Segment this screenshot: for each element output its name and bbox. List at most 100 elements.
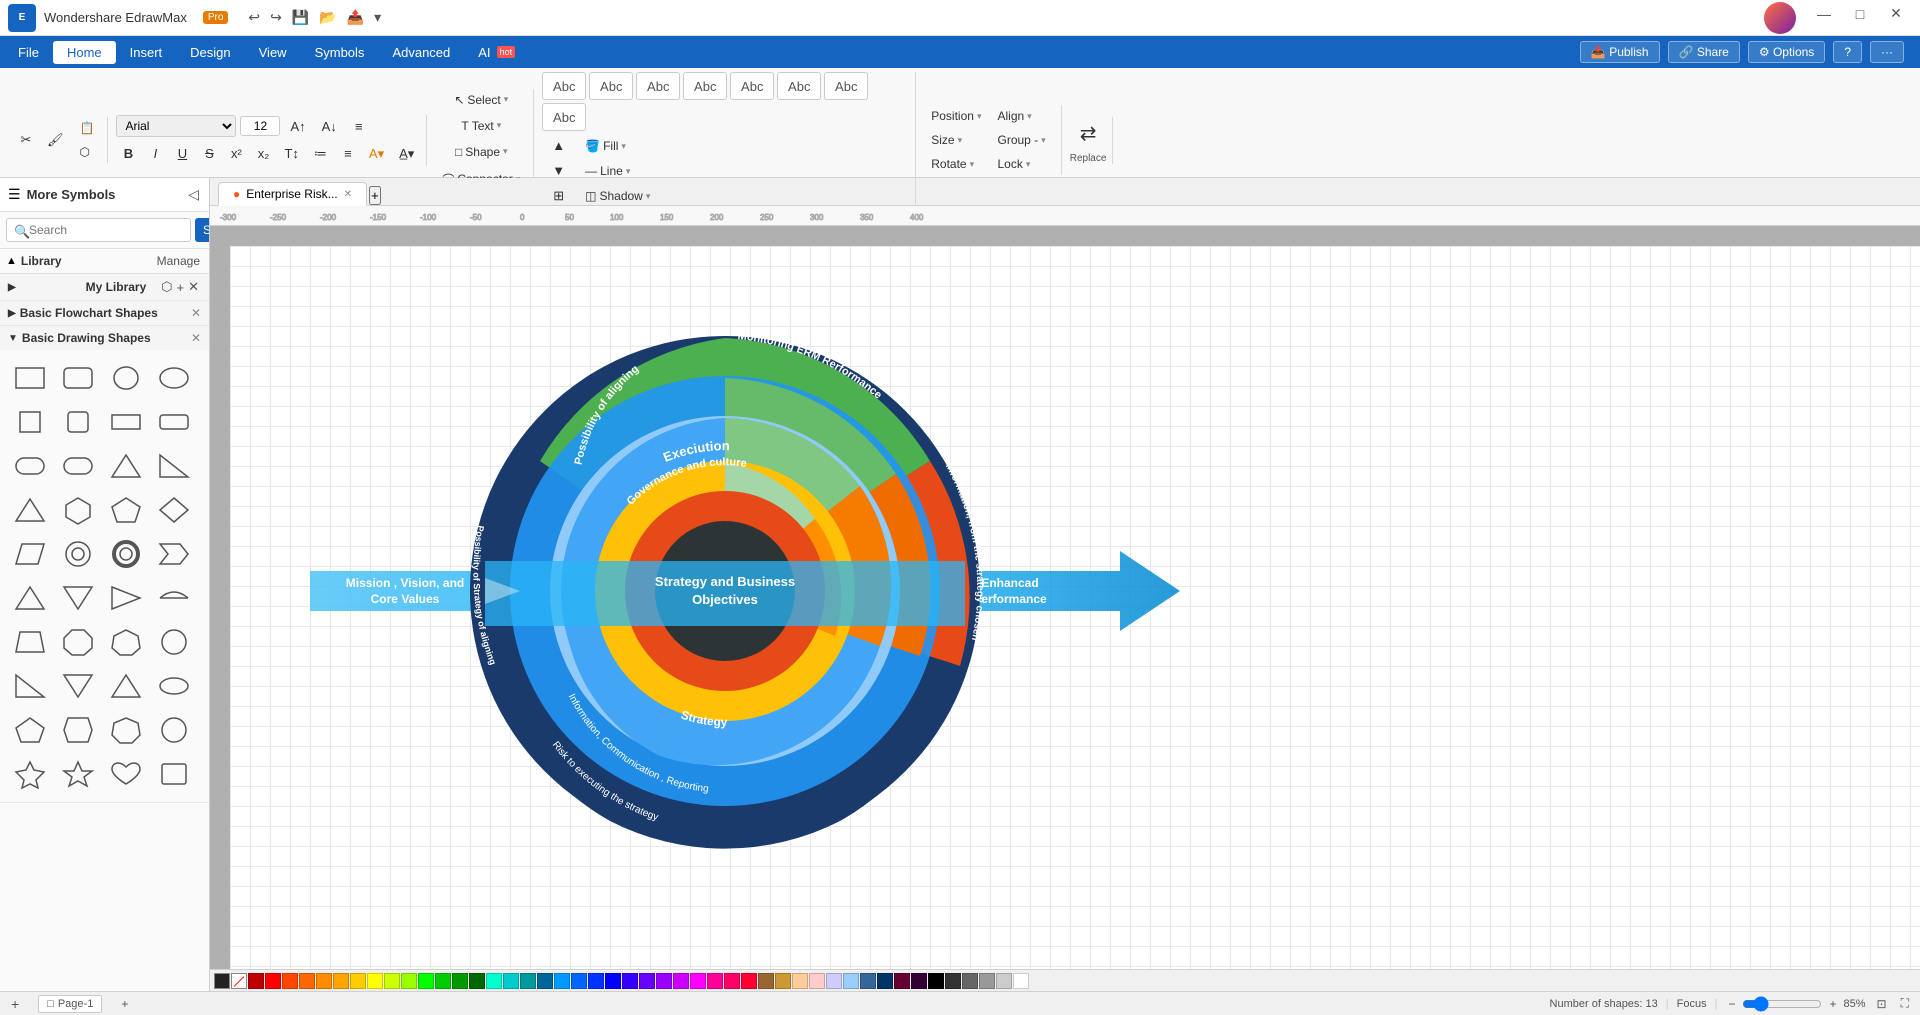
color-swatch[interactable] <box>775 973 791 989</box>
my-library-add[interactable]: + <box>175 280 187 295</box>
my-library-close[interactable]: ✕ <box>186 279 201 295</box>
color-swatch[interactable] <box>911 973 927 989</box>
canvas-wrapper[interactable]: Mission , Vision, and Core Values <box>210 226 1920 969</box>
menu-file[interactable]: File <box>4 41 53 64</box>
font-color-button[interactable]: A̲▾ <box>393 142 420 166</box>
menu-symbols[interactable]: Symbols <box>301 41 379 64</box>
style-box-5[interactable]: Abc <box>730 72 774 100</box>
increase-font-button[interactable]: A↑ <box>284 115 311 138</box>
rotate-button[interactable]: Rotate <box>924 153 988 175</box>
page-tab[interactable]: □ Page-1 <box>38 995 102 1013</box>
shape-button[interactable]: □ Shape <box>448 141 514 163</box>
help-button[interactable]: ? <box>1833 41 1862 63</box>
shape-triangle6[interactable] <box>56 666 100 706</box>
more-button[interactable]: ▾ <box>370 7 385 28</box>
shape-chevron[interactable] <box>152 534 196 574</box>
add-tab-button[interactable]: + <box>369 186 381 205</box>
color-swatch[interactable] <box>401 973 417 989</box>
menu-insert[interactable]: Insert <box>116 41 177 64</box>
shape-pentagon[interactable] <box>104 490 148 530</box>
copy-format-button[interactable]: 🖌 <box>41 128 70 152</box>
shape-stadium2[interactable] <box>56 446 100 486</box>
color-swatch[interactable] <box>299 973 315 989</box>
color-swatch[interactable] <box>741 973 757 989</box>
list2-button[interactable]: ≡ <box>336 142 360 165</box>
color-swatch[interactable] <box>928 973 944 989</box>
shape-circle3[interactable] <box>152 710 196 750</box>
list-button[interactable]: ≔ <box>308 142 333 166</box>
color-swatch[interactable] <box>503 973 519 989</box>
color-swatch[interactable] <box>724 973 740 989</box>
select-button[interactable]: ↖ Select <box>447 89 515 111</box>
fullscreen-button[interactable]: ⛶ <box>1898 996 1912 1011</box>
shape-heart[interactable] <box>104 754 148 794</box>
color-swatch[interactable] <box>452 973 468 989</box>
shape-ring[interactable] <box>56 534 100 574</box>
shape-rectangle[interactable] <box>8 358 52 398</box>
color-swatch[interactable] <box>384 973 400 989</box>
color-swatch[interactable] <box>826 973 842 989</box>
my-library-export[interactable]: ⬡ <box>159 279 174 295</box>
italic-button[interactable]: I <box>143 142 167 165</box>
text-direction-button[interactable]: T↕ <box>278 142 304 165</box>
tab-close-icon[interactable]: ✕ <box>344 189 352 200</box>
manage-button[interactable]: Manage <box>154 253 203 269</box>
replace-shape-button[interactable]: ⇄ <box>1074 117 1103 150</box>
shape-triangle7[interactable] <box>104 666 148 706</box>
color-swatch[interactable] <box>282 973 298 989</box>
shape-rectangle3[interactable] <box>152 402 196 442</box>
options-button[interactable]: ⚙ Options <box>1748 41 1825 63</box>
shape-rectangle2[interactable] <box>104 402 148 442</box>
text-button[interactable]: T Text <box>454 115 508 137</box>
undo-button[interactable]: ↩ <box>244 7 264 28</box>
color-swatch[interactable] <box>248 973 264 989</box>
lock-button[interactable]: Lock <box>990 153 1054 175</box>
shape-rectangle-rounded[interactable] <box>56 358 100 398</box>
superscript-button[interactable]: x² <box>224 142 248 165</box>
panel-collapse-button[interactable]: ◁ <box>186 184 201 205</box>
color-swatch[interactable] <box>588 973 604 989</box>
shape-triangle[interactable] <box>104 446 148 486</box>
shape-square[interactable] <box>8 402 52 442</box>
styles-scroll-up[interactable]: ▲ <box>546 134 571 157</box>
shape-triangle4[interactable] <box>56 578 100 618</box>
color-swatch[interactable] <box>316 973 332 989</box>
style-box-3[interactable]: Abc <box>636 72 680 100</box>
search-input[interactable] <box>6 218 191 242</box>
align-button[interactable]: ≡ <box>347 115 371 138</box>
style-box-6[interactable]: Abc <box>777 72 821 100</box>
user-avatar[interactable] <box>1764 2 1796 34</box>
zoom-slider[interactable] <box>1742 996 1822 1012</box>
zoom-out-button[interactable]: − <box>1725 997 1738 1011</box>
group-button[interactable]: Group - <box>990 129 1054 151</box>
menu-view[interactable]: View <box>245 41 301 64</box>
color-swatch[interactable] <box>605 973 621 989</box>
color-swatch[interactable] <box>1013 973 1029 989</box>
open-button[interactable]: 📂 <box>315 7 340 28</box>
shape-parallelogram[interactable] <box>8 534 52 574</box>
my-library-row[interactable]: ▶ My Library ⬡ + ✕ <box>0 274 209 301</box>
drawing-close[interactable]: ✕ <box>191 331 201 345</box>
color-swatch[interactable] <box>843 973 859 989</box>
bold-button[interactable]: B <box>116 142 140 165</box>
shape-triangle3[interactable] <box>8 578 52 618</box>
fill-button[interactable]: 🪣 Fill <box>578 135 657 157</box>
color-swatch[interactable] <box>979 973 995 989</box>
style-box-2[interactable]: Abc <box>589 72 633 100</box>
style-box-8[interactable]: Abc <box>542 103 586 131</box>
shadow-button[interactable]: ◫ Shadow <box>578 185 657 207</box>
color-swatch[interactable] <box>435 973 451 989</box>
color-swatch[interactable] <box>690 973 706 989</box>
flowchart-header[interactable]: ▶ Basic Flowchart Shapes ✕ <box>0 301 209 325</box>
font-size-input[interactable] <box>240 116 280 136</box>
export-button[interactable]: 📤 <box>343 7 368 28</box>
shape-half-oval[interactable] <box>152 578 196 618</box>
shape-right-triangle2[interactable] <box>104 578 148 618</box>
color-swatch[interactable] <box>418 973 434 989</box>
color-swatch[interactable] <box>792 973 808 989</box>
color-swatch[interactable] <box>520 973 536 989</box>
color-swatch[interactable] <box>486 973 502 989</box>
zoom-in-button[interactable]: + <box>1826 997 1839 1011</box>
maximize-button[interactable]: □ <box>1844 2 1876 26</box>
shape-pentagon2[interactable] <box>8 710 52 750</box>
